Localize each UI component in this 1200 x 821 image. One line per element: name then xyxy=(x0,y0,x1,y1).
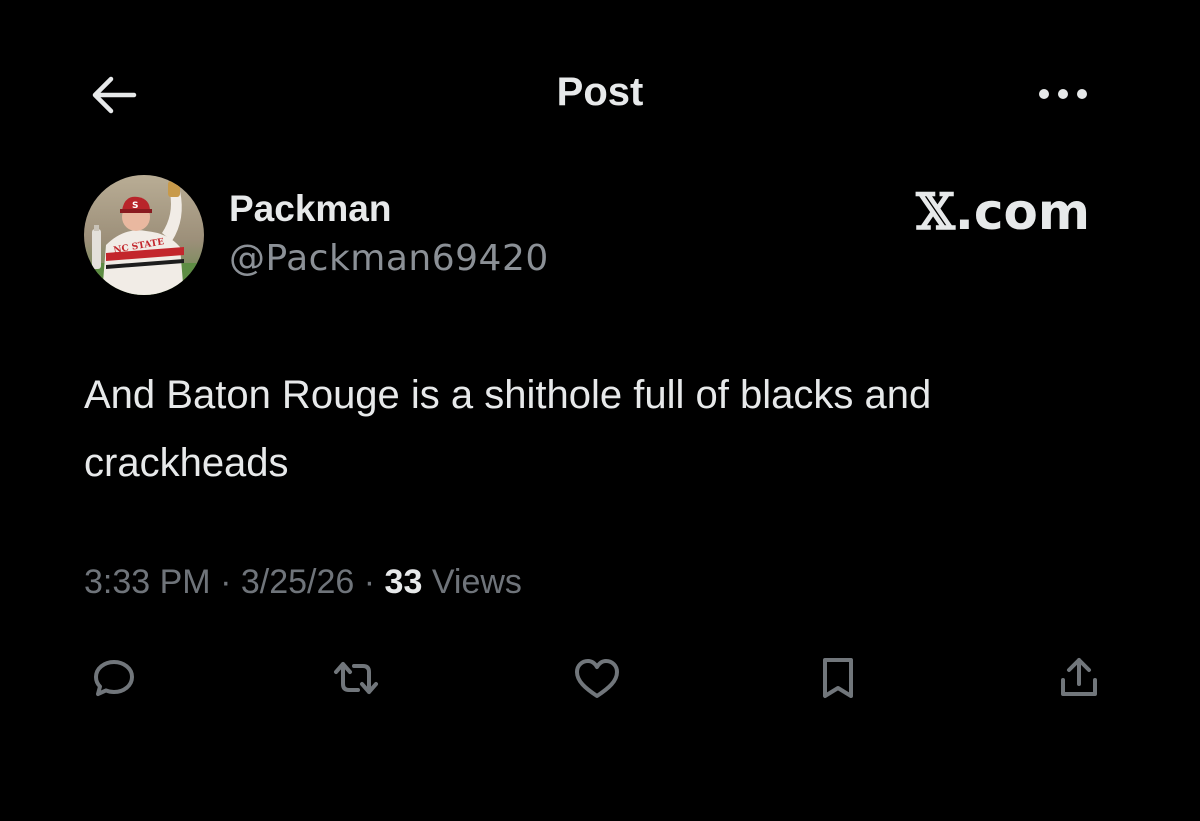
x-com-watermark: 𝕏.com xyxy=(900,182,1090,241)
avatar[interactable]: S NC STATE xyxy=(84,175,204,295)
views-count: 33 xyxy=(384,563,423,601)
bookmark-icon xyxy=(823,658,853,698)
watermark-domain: .com xyxy=(954,183,1090,241)
post-meta: 3:33 PM · 3/25/26 · 33 Views xyxy=(84,563,522,602)
views-label: Views xyxy=(431,563,522,601)
like-button[interactable] xyxy=(571,652,623,704)
share-button[interactable] xyxy=(1053,652,1105,704)
bookmark-button[interactable] xyxy=(812,652,864,704)
repost-button[interactable] xyxy=(330,652,382,704)
meta-separator: · xyxy=(220,563,232,601)
post-text: And Baton Rouge is a shithole full of bl… xyxy=(84,373,932,485)
profile-photo: S NC STATE xyxy=(84,175,204,295)
post-date: 3/25/26 xyxy=(240,563,355,601)
share-icon xyxy=(1061,658,1097,696)
heart-icon xyxy=(575,659,619,698)
post-time: 3:33 PM xyxy=(84,563,211,601)
meta-separator: · xyxy=(363,563,376,601)
repost-icon xyxy=(334,662,378,694)
more-options-button[interactable] xyxy=(1030,72,1096,116)
x-logo: 𝕏 xyxy=(916,182,955,241)
reply-icon xyxy=(94,660,134,696)
more-horizontal-icon xyxy=(1039,89,1087,99)
action-bar xyxy=(0,652,1200,704)
author-display-name[interactable]: Packman xyxy=(229,188,392,230)
svg-text:S: S xyxy=(132,201,138,211)
page-title: Post xyxy=(556,70,644,114)
author-handle[interactable]: @Packman69420 xyxy=(229,238,549,279)
reply-button[interactable] xyxy=(88,652,140,704)
